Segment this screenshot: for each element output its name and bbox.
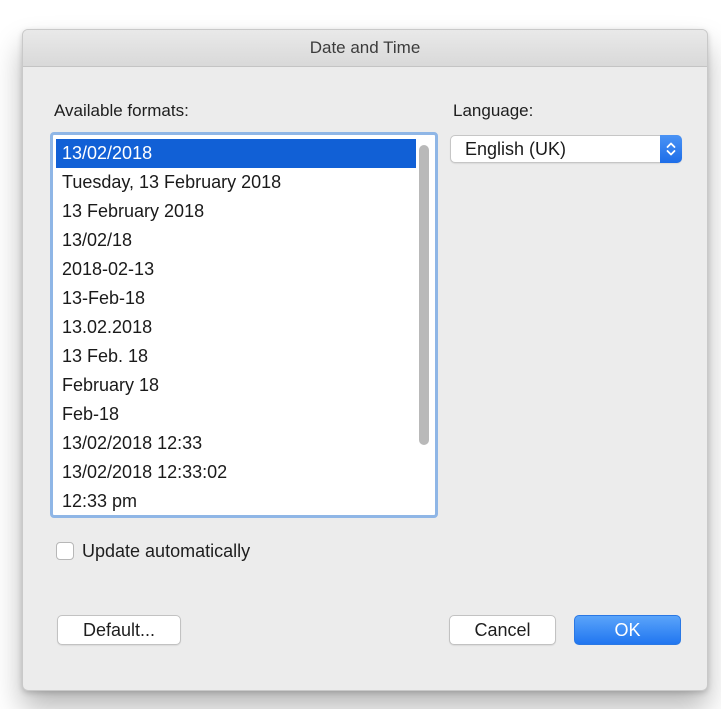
scrollbar-thumb[interactable] [419,145,429,445]
format-item[interactable]: 13 Feb. 18 [56,342,416,371]
format-item[interactable]: Feb-18 [56,400,416,429]
format-item[interactable]: 13-Feb-18 [56,284,416,313]
date-and-time-dialog: Date and Time Available formats: Languag… [22,29,708,691]
ok-button[interactable]: OK [574,615,681,645]
format-item[interactable]: 13.02.2018 [56,313,416,342]
default-button[interactable]: Default... [57,615,181,645]
available-formats-label: Available formats: [54,101,189,120]
format-item[interactable]: 2018-02-13 [56,255,416,284]
format-item[interactable]: 13/02/2018 12:33:02 [56,458,416,487]
format-item[interactable]: February 18 [56,371,416,400]
language-select[interactable]: English (UK) [450,135,682,163]
update-automatically-row[interactable]: Update automatically [56,539,250,563]
format-item[interactable]: 13 February 2018 [56,197,416,226]
update-automatically-label[interactable]: Update automatically [82,541,250,562]
update-automatically-checkbox[interactable] [56,542,74,560]
language-label: Language: [453,101,534,120]
format-item[interactable]: 12:33 pm [56,487,416,515]
format-item-selected[interactable]: 13/02/2018 [56,139,416,168]
formats-list[interactable]: 13/02/2018 Tuesday, 13 February 2018 13 … [50,132,438,518]
format-item[interactable]: 13/02/18 [56,226,416,255]
cancel-button[interactable]: Cancel [449,615,556,645]
window-title: Date and Time [309,38,421,57]
title-bar[interactable]: Date and Time [23,30,707,67]
formats-list-items: 13/02/2018 Tuesday, 13 February 2018 13 … [56,139,416,515]
format-item[interactable]: 13/02/2018 12:33 [56,429,416,458]
format-item[interactable]: Tuesday, 13 February 2018 [56,168,416,197]
language-selected-value: English (UK) [465,139,567,159]
chevron-up-down-icon [660,135,682,163]
formats-scrollbar[interactable] [417,139,431,511]
